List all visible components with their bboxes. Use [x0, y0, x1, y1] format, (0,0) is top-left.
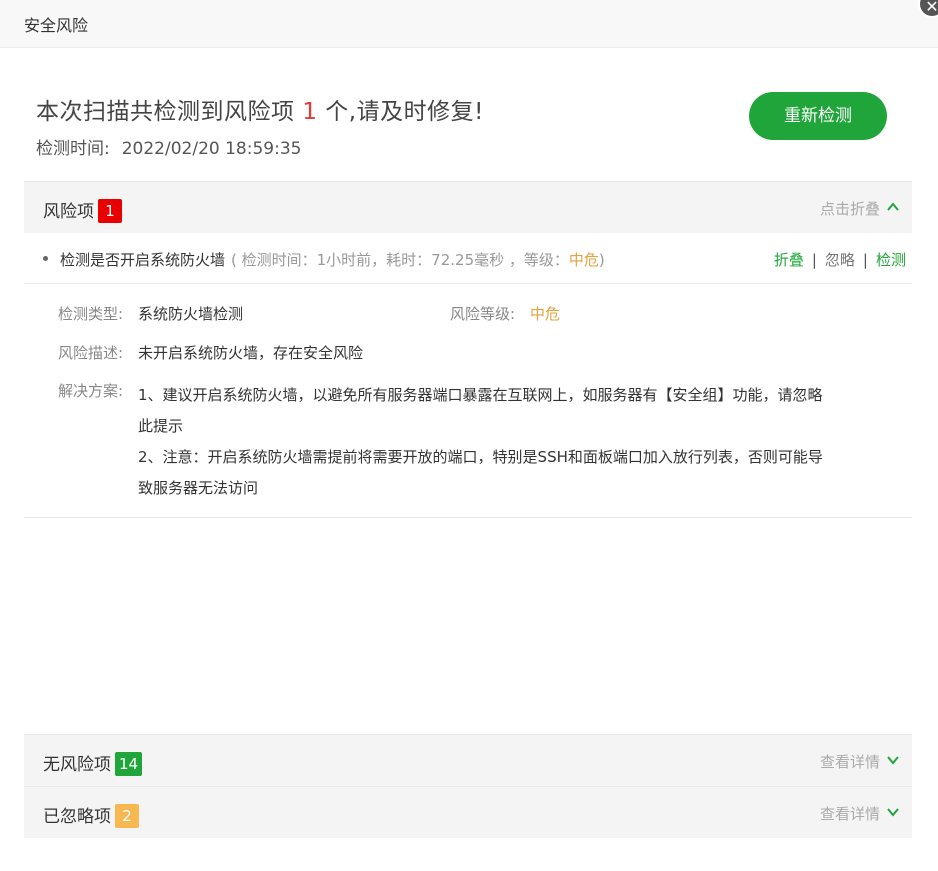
- risk-item-row: 检测是否开启系统防火墙 ( 检测时间：1小时前，耗时：72.25毫秒 ，等级：中危…: [24, 234, 912, 284]
- detail-type-value: 系统防火墙检测: [138, 305, 244, 323]
- risk-meta-prefix: ( 检测时间：1小时前，耗时：72.25毫秒 ，等级：: [231, 251, 569, 269]
- detail-level-value: 中危: [530, 305, 561, 323]
- detail-solution-label: 解决方案:: [58, 382, 124, 400]
- collapse-toggle[interactable]: 点击折叠: [819, 198, 899, 219]
- bullet-icon: [43, 256, 48, 261]
- chevron-up-icon: [886, 201, 899, 213]
- ignore-link[interactable]: 忽略: [825, 251, 855, 269]
- rescan-button[interactable]: 重新检测: [749, 92, 887, 140]
- detail-type: 检测类型: 系统防火墙检测: [58, 303, 243, 324]
- fold-link[interactable]: 折叠: [774, 251, 804, 269]
- risk-section-header[interactable]: 风险项 1 点击折叠: [24, 181, 912, 233]
- headline-suffix: 个,请及时修复!: [325, 99, 484, 125]
- collapse-toggle-label: 点击折叠: [819, 200, 880, 218]
- chevron-down-icon: [886, 806, 899, 818]
- summary-headline: 本次扫描共检测到风险项 1 个,请及时修复!: [36, 92, 484, 126]
- safe-count-badge: 14: [115, 752, 143, 776]
- detail-type-label: 检测类型:: [58, 305, 124, 323]
- divider: |: [862, 251, 868, 269]
- safe-details-toggle[interactable]: 查看详情: [819, 751, 899, 772]
- ignored-details-label: 查看详情: [819, 805, 880, 823]
- dialog-titlebar: 安全风险: [0, 0, 938, 48]
- risk-section-title: 风险项: [43, 202, 94, 222]
- risk-item-name: 检测是否开启系统防火墙: [60, 251, 226, 269]
- safe-section-label: 无风险项 14: [43, 750, 143, 776]
- scan-time: 检测时间: 2022/02/20 18:59:35: [36, 134, 484, 159]
- ignored-count-badge: 2: [115, 804, 139, 828]
- divider: |: [811, 251, 817, 269]
- risk-meta-level: 中危: [568, 251, 599, 269]
- safe-section-title: 无风险项: [43, 755, 111, 775]
- solution-line: 1、建议开启系统防火墙，以避免所有服务器端口暴露在互联网上，如服务器有【安全组】…: [138, 386, 823, 404]
- solution-line: 此提示: [138, 417, 184, 435]
- detail-divider: [24, 517, 912, 518]
- scan-time-value: 2022/02/20 18:59:35: [121, 139, 302, 159]
- scan-summary: 本次扫描共检测到风险项 1 个,请及时修复! 检测时间: 2022/02/20 1…: [36, 92, 484, 159]
- check-link[interactable]: 检测: [876, 251, 906, 269]
- detail-level-label: 风险等级:: [450, 305, 516, 323]
- solution-line: 2、注意：开启系统防火墙需提前将需要开放的端口，特别是SSH和面板端口加入放行列…: [138, 448, 823, 466]
- ignored-details-toggle[interactable]: 查看详情: [819, 803, 899, 824]
- risk-meta-suffix: ): [598, 251, 605, 269]
- risk-section-label: 风险项 1: [43, 197, 122, 223]
- dialog-title: 安全风险: [24, 16, 89, 35]
- solution-text: 1、建议开启系统防火墙，以避免所有服务器端口暴露在互联网上，如服务器有【安全组】…: [138, 380, 858, 504]
- safe-section-header[interactable]: 无风险项 14 查看详情: [24, 734, 912, 786]
- chevron-down-icon: [886, 754, 899, 766]
- ignored-section-header[interactable]: 已忽略项 2 查看详情: [24, 786, 912, 838]
- safe-details-label: 查看详情: [819, 753, 880, 771]
- risk-item-actions: 折叠 | 忽略 | 检测: [774, 249, 906, 270]
- detail-desc-label: 风险描述:: [58, 344, 124, 362]
- scan-time-label: 检测时间:: [36, 139, 110, 159]
- ignored-section-title: 已忽略项: [43, 807, 111, 827]
- risk-count-badge: 1: [98, 199, 122, 223]
- risk-count: 1: [302, 99, 318, 125]
- detail-level: 风险等级: 中危: [450, 303, 560, 324]
- detail-desc-value: 未开启系统防火墙，存在安全风险: [138, 344, 364, 362]
- solution-line: 致服务器无法访问: [138, 479, 259, 497]
- ignored-section-label: 已忽略项 2: [43, 802, 139, 828]
- headline-prefix: 本次扫描共检测到风险项: [36, 99, 295, 125]
- risk-item-meta: ( 检测时间：1小时前，耗时：72.25毫秒 ，等级：中危): [231, 251, 605, 269]
- risk-item: 检测是否开启系统防火墙 ( 检测时间：1小时前，耗时：72.25毫秒 ，等级：中危…: [60, 249, 605, 270]
- detail-description: 风险描述: 未开启系统防火墙，存在安全风险: [58, 342, 363, 363]
